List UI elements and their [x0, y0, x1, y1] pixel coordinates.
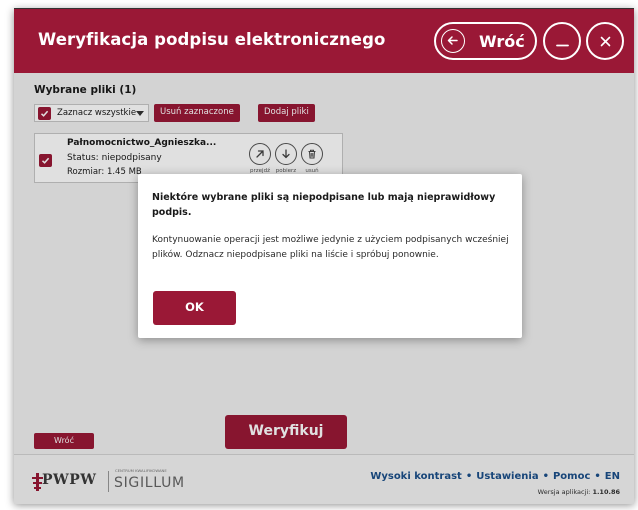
close-icon: [600, 36, 611, 47]
close-button[interactable]: [586, 22, 624, 60]
title-bar: Weryfikacja podpisu elektronicznego Wróć: [14, 9, 634, 73]
dialog-title: Niektóre wybrane pliki są niepodpisane l…: [152, 192, 496, 218]
arrow-left-icon: [441, 29, 465, 53]
minimize-button[interactable]: [543, 22, 581, 60]
back-button-label: Wróć: [479, 32, 525, 51]
window-title: Weryfikacja podpisu elektronicznego: [38, 30, 386, 49]
minimize-icon: [556, 44, 569, 47]
back-button[interactable]: Wróć: [434, 22, 537, 60]
ok-button[interactable]: OK: [153, 291, 236, 325]
warning-dialog: Niektóre wybrane pliki są niepodpisane l…: [138, 174, 522, 338]
dialog-message: Kontynuowanie operacji jest możliwe jedy…: [152, 235, 509, 260]
